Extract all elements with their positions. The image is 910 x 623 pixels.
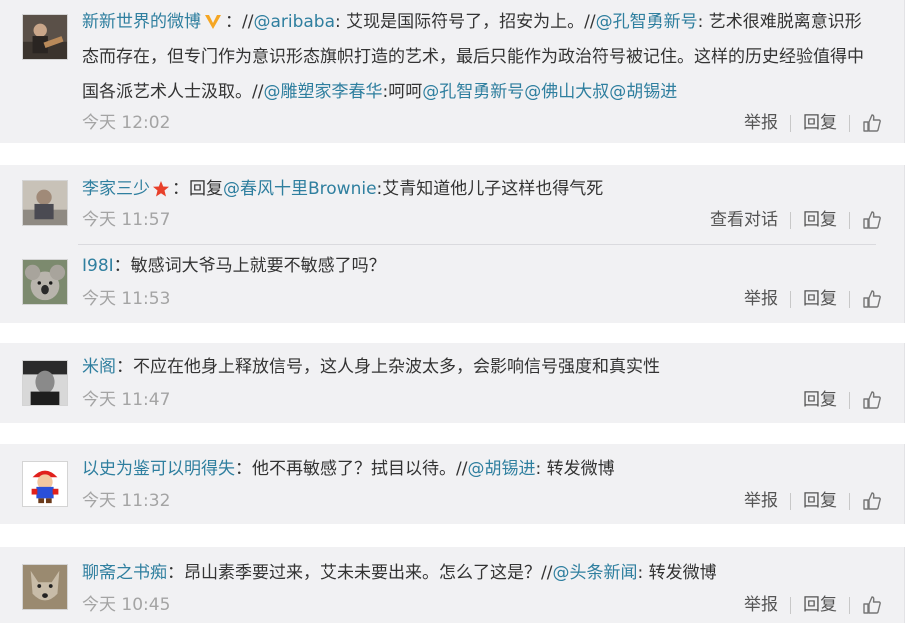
report-button[interactable]: 举报: [744, 287, 778, 311]
comment-item: 聊斋之书痴：昂山素季要过来，艾未未要出来。怎么了这是？//@头条新闻: 转发微博…: [0, 547, 904, 623]
divider: [790, 114, 791, 132]
v-badge-icon: [205, 15, 221, 29]
thumbs-up-icon[interactable]: [862, 491, 882, 511]
thumbs-up-icon[interactable]: [862, 113, 882, 133]
reply-button[interactable]: 回复: [803, 208, 837, 232]
comment-actions: 举报 回复: [744, 489, 882, 513]
comment-body: ：他不再敏感了？拭目以待。//@胡锡进: 转发微博: [235, 459, 615, 479]
comment-item: 新新世界的微博 ：//@aribaba: 艾现是国际符号了，招安为上。//@孔智勇…: [0, 0, 904, 143]
divider: [849, 391, 850, 409]
mention-link[interactable]: @胡锡进: [467, 459, 535, 479]
divider: [849, 114, 850, 132]
comment-author[interactable]: 米阁: [82, 357, 116, 377]
star-badge-icon: [153, 181, 169, 197]
reply-button[interactable]: 回复: [803, 388, 837, 412]
comment-author[interactable]: I98I: [82, 256, 114, 276]
comment-actions: 举报 回复: [744, 111, 882, 135]
comment-item: 李家三少 ：回复@春风十里Brownie:艾青知道他儿子这样也得气死 今天 11:…: [0, 165, 904, 243]
comment-body: ：敏感词大爷马上就要不敏感了吗？: [113, 256, 386, 276]
report-button[interactable]: 举报: [744, 593, 778, 617]
mention-link[interactable]: @雕塑家李春华: [263, 82, 382, 102]
report-button[interactable]: 举报: [744, 111, 778, 135]
comment-time: 今天 11:53: [82, 289, 171, 309]
comment-author[interactable]: 以史为鉴可以明得失: [82, 459, 235, 479]
mention-link[interactable]: @孔智勇新号: [422, 82, 524, 102]
comment-block: 米阁：不应在他身上释放信号，这人身上杂波太多，会影响信号强度和真实性 今天 11…: [0, 343, 905, 423]
mention-link[interactable]: @aribaba: [253, 12, 335, 32]
comment-time: 今天 11:32: [82, 491, 171, 511]
avatar[interactable]: [22, 461, 68, 507]
comment-author[interactable]: 李家三少: [82, 179, 150, 199]
thumbs-up-icon[interactable]: [862, 390, 882, 410]
divider: [790, 492, 791, 510]
comment-text: 以史为鉴可以明得失：他不再敏感了？拭目以待。//@胡锡进: 转发微博: [82, 452, 870, 487]
mention-link[interactable]: @胡锡进: [609, 82, 677, 102]
comment-block: 李家三少 ：回复@春风十里Brownie:艾青知道他儿子这样也得气死 今天 11:…: [0, 165, 905, 323]
comment-body: ：回复@春风十里Brownie:艾青知道他儿子这样也得气死: [172, 179, 604, 199]
reply-button[interactable]: 回复: [803, 593, 837, 617]
divider: [790, 211, 791, 229]
avatar[interactable]: [22, 14, 68, 60]
comment-time: 今天 12:02: [82, 113, 171, 133]
divider: [849, 596, 850, 614]
comment-time: 今天 11:47: [82, 390, 171, 410]
comment-actions: 回复: [803, 388, 882, 412]
comment-time: 今天 10:45: [82, 595, 171, 615]
divider: [849, 211, 850, 229]
comment-actions: 查看对话 回复: [710, 208, 882, 232]
comment-item: 米阁：不应在他身上释放信号，这人身上杂波太多，会影响信号强度和真实性 今天 11…: [0, 343, 904, 423]
comment-block: 以史为鉴可以明得失：他不再敏感了？拭目以待。//@胡锡进: 转发微博 今天 11…: [0, 444, 905, 524]
comment-actions: 举报 回复: [744, 287, 882, 311]
comment-time: 今天 11:57: [82, 210, 171, 230]
comment-body: ：不应在他身上释放信号，这人身上杂波太多，会影响信号强度和真实性: [116, 357, 660, 377]
avatar[interactable]: [22, 259, 68, 305]
report-button[interactable]: 举报: [744, 489, 778, 513]
avatar[interactable]: [22, 180, 68, 226]
thumbs-up-icon[interactable]: [862, 289, 882, 309]
reply-button[interactable]: 回复: [803, 287, 837, 311]
divider: [849, 492, 850, 510]
comment-text: 米阁：不应在他身上释放信号，这人身上杂波太多，会影响信号强度和真实性: [82, 350, 870, 385]
comment-block: 新新世界的微博 ：//@aribaba: 艾现是国际符号了，招安为上。//@孔智勇…: [0, 0, 905, 143]
comment-item: I98I：敏感词大爷马上就要不敏感了吗？ 今天 11:53 举报 回复: [0, 245, 904, 323]
avatar[interactable]: [22, 360, 68, 406]
view-conversation-button[interactable]: 查看对话: [710, 208, 778, 232]
comment-text: 新新世界的微博 ：//@aribaba: 艾现是国际符号了，招安为上。//@孔智勇…: [82, 5, 870, 110]
reply-button[interactable]: 回复: [803, 489, 837, 513]
thumbs-up-icon[interactable]: [862, 210, 882, 230]
mention-link[interactable]: @头条新闻: [552, 563, 637, 583]
comment-text: 李家三少 ：回复@春风十里Brownie:艾青知道他儿子这样也得气死: [82, 172, 870, 207]
avatar[interactable]: [22, 564, 68, 610]
mention-link[interactable]: @佛山大叔: [524, 82, 609, 102]
divider: [790, 290, 791, 308]
comment-block: 聊斋之书痴：昂山素季要过来，艾未未要出来。怎么了这是？//@头条新闻: 转发微博…: [0, 547, 905, 623]
comment-author[interactable]: 聊斋之书痴: [82, 563, 167, 583]
divider: [790, 596, 791, 614]
mention-link[interactable]: @孔智勇新号: [596, 12, 698, 32]
comment-item: 以史为鉴可以明得失：他不再敏感了？拭目以待。//@胡锡进: 转发微博 今天 11…: [0, 444, 904, 524]
comment-author[interactable]: 新新世界的微博: [82, 12, 201, 32]
comment-text: 聊斋之书痴：昂山素季要过来，艾未未要出来。怎么了这是？//@头条新闻: 转发微博: [82, 556, 870, 591]
comment-actions: 举报 回复: [744, 593, 882, 617]
comment-body: ：昂山素季要过来，艾未未要出来。怎么了这是？//@头条新闻: 转发微博: [167, 563, 717, 583]
divider: [849, 290, 850, 308]
mention-link[interactable]: @春风十里Brownie: [223, 179, 377, 199]
comment-text: I98I：敏感词大爷马上就要不敏感了吗？: [82, 249, 870, 284]
thumbs-up-icon[interactable]: [862, 595, 882, 615]
reply-button[interactable]: 回复: [803, 111, 837, 135]
